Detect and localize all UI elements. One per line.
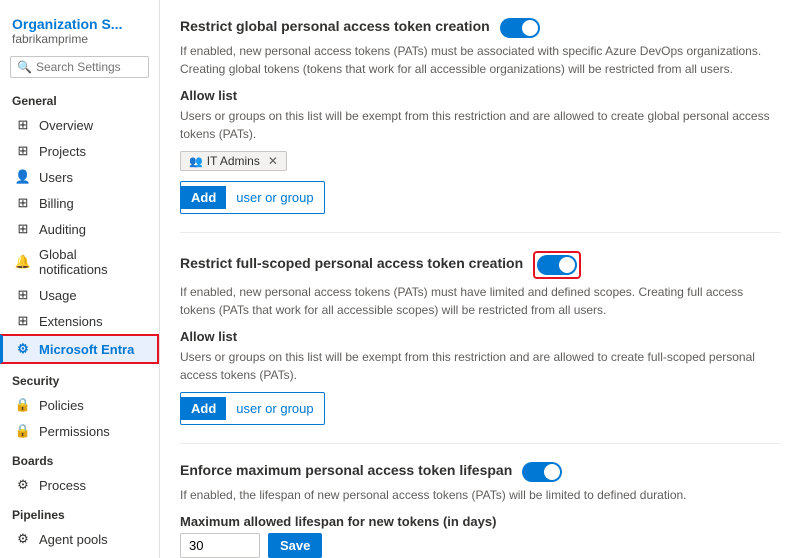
sidebar-item-label: Process xyxy=(39,478,86,493)
add-user-group-button-1[interactable]: Add user or group xyxy=(180,181,325,214)
restrict-full-scoped-pat-title: Restrict full-scoped personal access tok… xyxy=(180,255,523,271)
sidebar-item-label: Microsoft Entra xyxy=(39,342,134,357)
add-label-2: Add xyxy=(181,397,226,420)
sidebar-item-label: Agent pools xyxy=(39,532,108,547)
allow-list-title-1: Allow list xyxy=(180,88,781,103)
toggle-highlight-box xyxy=(533,251,581,279)
sidebar-item-label: Global notifications xyxy=(39,247,147,277)
sidebar-item-label: Extensions xyxy=(39,314,103,329)
sidebar-item-settings[interactable]: ⚙ Settings ⚠ xyxy=(0,552,159,558)
org-sub: fabrikamprime xyxy=(12,32,147,46)
restrict-full-scoped-pat-desc: If enabled, new personal access tokens (… xyxy=(180,283,781,319)
auditing-icon: ⊞ xyxy=(15,221,31,237)
save-button[interactable]: Save xyxy=(268,533,322,558)
sidebar-item-label: Usage xyxy=(39,288,77,303)
restrict-global-pat-section: Restrict global personal access token cr… xyxy=(180,0,781,233)
sidebar-item-billing[interactable]: ⊞ Billing xyxy=(0,190,159,216)
sidebar: Organization S... fabrikamprime 🔍 Genera… xyxy=(0,0,160,558)
add-user-group-button-2[interactable]: Add user or group xyxy=(180,392,325,425)
agent-pools-icon: ⚙ xyxy=(15,531,31,547)
section-boards-title: Boards xyxy=(0,444,159,472)
setting-title-row-3: Enforce maximum personal access token li… xyxy=(180,462,781,482)
main-content: Restrict global personal access token cr… xyxy=(160,0,801,558)
search-input[interactable] xyxy=(36,60,142,74)
add-text-2: user or group xyxy=(226,397,323,420)
add-text-1: user or group xyxy=(226,186,323,209)
group-icon: 👥 xyxy=(189,155,203,168)
sidebar-item-label: Users xyxy=(39,170,73,185)
sidebar-item-label: Permissions xyxy=(39,424,110,439)
tag-close-button[interactable]: ✕ xyxy=(268,154,278,168)
restrict-full-scoped-pat-toggle[interactable] xyxy=(537,255,577,275)
setting-title-row-1: Restrict global personal access token cr… xyxy=(180,18,781,38)
section-security-title: Security xyxy=(0,364,159,392)
lifespan-input-row: Save xyxy=(180,533,781,558)
lifespan-input[interactable] xyxy=(180,533,260,558)
sidebar-item-auditing[interactable]: ⊞ Auditing xyxy=(0,216,159,242)
overview-icon: ⊞ xyxy=(15,117,31,133)
enforce-lifespan-toggle[interactable] xyxy=(522,462,562,482)
enforce-lifespan-desc: If enabled, the lifespan of new personal… xyxy=(180,486,781,504)
sidebar-item-overview[interactable]: ⊞ Overview xyxy=(0,112,159,138)
allow-list-title-2: Allow list xyxy=(180,329,781,344)
enforce-lifespan-section: Enforce maximum personal access token li… xyxy=(180,444,781,558)
billing-icon: ⊞ xyxy=(15,195,31,211)
restrict-global-pat-desc: If enabled, new personal access tokens (… xyxy=(180,42,781,78)
sidebar-item-label: Billing xyxy=(39,196,74,211)
tag-list-1: 👥 IT Admins ✕ xyxy=(180,151,781,171)
sidebar-item-microsoft-entra[interactable]: ⚙ Microsoft Entra xyxy=(0,334,159,364)
policies-icon: 🔒 xyxy=(15,397,31,413)
entra-icon: ⚙ xyxy=(15,341,31,357)
org-header: Organization S... fabrikamprime xyxy=(0,8,159,50)
permissions-icon: 🔒 xyxy=(15,423,31,439)
sidebar-item-global-notifications[interactable]: 🔔 Global notifications xyxy=(0,242,159,282)
process-icon: ⚙ xyxy=(15,477,31,493)
notifications-icon: 🔔 xyxy=(15,254,31,270)
sidebar-item-label: Projects xyxy=(39,144,86,159)
allow-list-desc-2: Users or groups on this list will be exe… xyxy=(180,348,781,384)
sidebar-item-label: Overview xyxy=(39,118,93,133)
sidebar-item-policies[interactable]: 🔒 Policies xyxy=(0,392,159,418)
org-name: Organization S... xyxy=(12,16,147,32)
setting-title-row-2: Restrict full-scoped personal access tok… xyxy=(180,251,781,279)
sidebar-item-extensions[interactable]: ⊞ Extensions xyxy=(0,308,159,334)
tag-label: IT Admins xyxy=(207,154,260,168)
sidebar-item-agent-pools[interactable]: ⚙ Agent pools xyxy=(0,526,159,552)
sidebar-item-permissions[interactable]: 🔒 Permissions xyxy=(0,418,159,444)
section-pipelines-title: Pipelines xyxy=(0,498,159,526)
search-icon: 🔍 xyxy=(17,60,32,74)
add-label-1: Add xyxy=(181,186,226,209)
sidebar-item-projects[interactable]: ⊞ Projects xyxy=(0,138,159,164)
sidebar-item-usage[interactable]: ⊞ Usage xyxy=(0,282,159,308)
users-icon: 👤 xyxy=(15,169,31,185)
usage-icon: ⊞ xyxy=(15,287,31,303)
restrict-global-pat-toggle[interactable] xyxy=(500,18,540,38)
projects-icon: ⊞ xyxy=(15,143,31,159)
restrict-full-scoped-pat-section: Restrict full-scoped personal access tok… xyxy=(180,233,781,444)
allow-list-desc-1: Users or groups on this list will be exe… xyxy=(180,107,781,143)
lifespan-label: Maximum allowed lifespan for new tokens … xyxy=(180,514,781,529)
extensions-icon: ⊞ xyxy=(15,313,31,329)
sidebar-item-users[interactable]: 👤 Users xyxy=(0,164,159,190)
sidebar-item-process[interactable]: ⚙ Process xyxy=(0,472,159,498)
restrict-global-pat-title: Restrict global personal access token cr… xyxy=(180,18,490,34)
search-settings-box[interactable]: 🔍 xyxy=(10,56,149,78)
sidebar-item-label: Auditing xyxy=(39,222,86,237)
sidebar-item-label: Policies xyxy=(39,398,84,413)
section-general-title: General xyxy=(0,84,159,112)
it-admins-tag: 👥 IT Admins ✕ xyxy=(180,151,287,171)
enforce-lifespan-title: Enforce maximum personal access token li… xyxy=(180,462,512,478)
